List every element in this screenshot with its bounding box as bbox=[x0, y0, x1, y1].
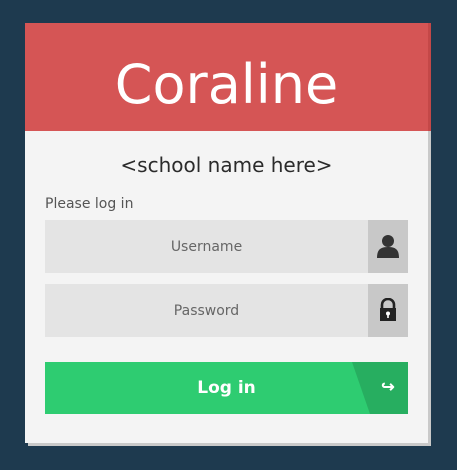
username-input[interactable] bbox=[45, 220, 368, 273]
user-icon bbox=[377, 235, 399, 258]
password-icon-box bbox=[368, 284, 408, 337]
username-field bbox=[45, 220, 408, 273]
lock-icon bbox=[380, 298, 396, 321]
password-field bbox=[45, 284, 408, 337]
login-button-label: Log in bbox=[197, 378, 256, 398]
login-prompt: Please log in bbox=[45, 196, 134, 212]
app-title: Coraline bbox=[114, 53, 339, 116]
login-card: Coraline <school name here> Please log i… bbox=[25, 23, 428, 443]
login-button[interactable]: Log in ↪ bbox=[45, 362, 408, 414]
header-banner: Coraline bbox=[25, 23, 428, 131]
school-name: <school name here> bbox=[120, 153, 333, 177]
password-input[interactable] bbox=[45, 284, 368, 337]
login-arrow-icon: ↪ bbox=[381, 379, 395, 396]
username-icon-box bbox=[368, 220, 408, 273]
